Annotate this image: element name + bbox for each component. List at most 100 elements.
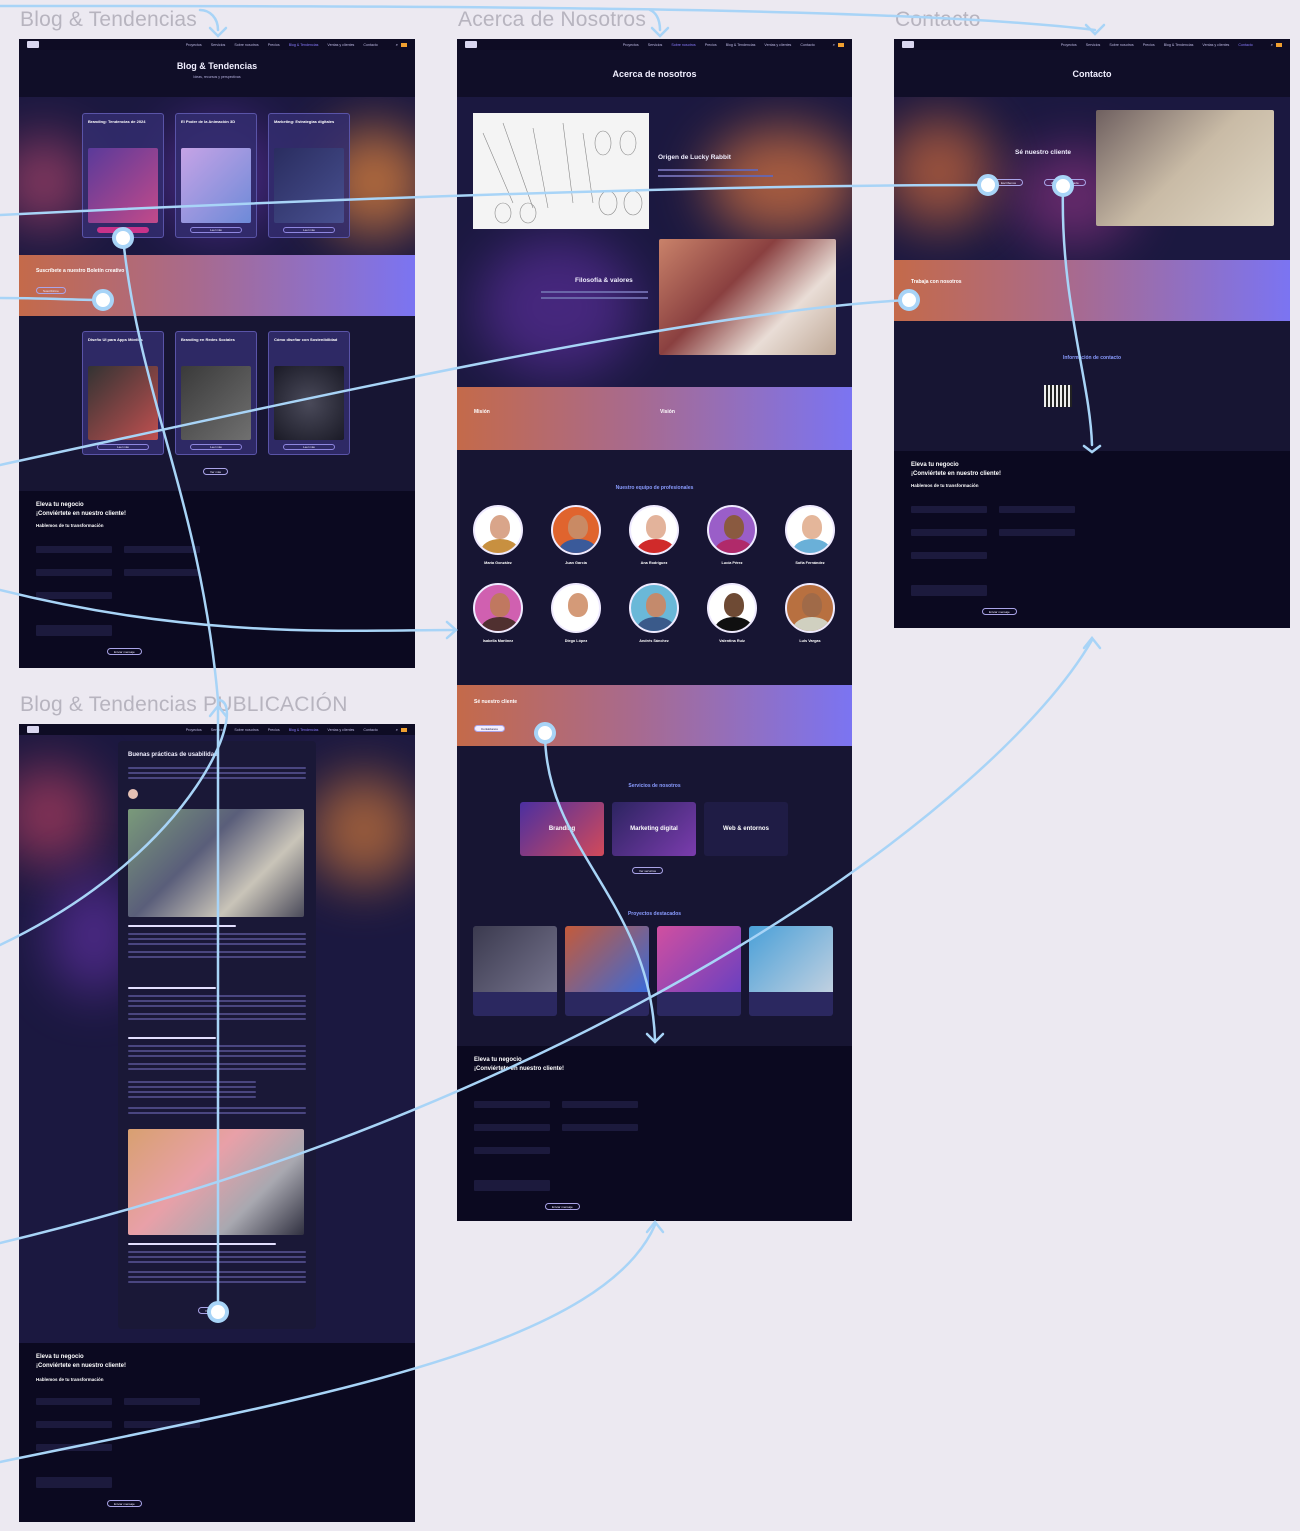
blog-card[interactable]: Cómo diseñar con Sostenibilidad Leer más bbox=[268, 331, 350, 455]
phone-field[interactable] bbox=[999, 529, 1075, 536]
nav-link[interactable]: Precios bbox=[268, 43, 280, 47]
blog-card[interactable]: Marketing: Estrategias digitales Leer má… bbox=[268, 113, 350, 238]
footer-title: Eleva tu negocio bbox=[36, 1354, 84, 1360]
nav-link[interactable]: Precios bbox=[705, 43, 717, 47]
project-card[interactable] bbox=[749, 926, 833, 1016]
search-icon[interactable]: ⌕ bbox=[833, 42, 835, 47]
flag-icon[interactable] bbox=[401, 727, 407, 732]
nav-link[interactable]: Proyectos bbox=[623, 43, 639, 47]
name-field[interactable] bbox=[474, 1101, 550, 1108]
service-card[interactable]: Web & entornos bbox=[704, 802, 788, 856]
blog-card[interactable]: Branding: Tendencias de 2024 Leer más bbox=[82, 113, 164, 238]
company-field[interactable] bbox=[999, 506, 1075, 513]
message-field[interactable] bbox=[911, 585, 987, 596]
blog-frame[interactable]: Proyectos Servicios Sobre nosotros Preci… bbox=[19, 39, 415, 668]
email-field[interactable] bbox=[911, 529, 987, 536]
search-icon[interactable]: ⌕ bbox=[396, 42, 398, 47]
phone-field[interactable] bbox=[124, 569, 200, 576]
name-field[interactable] bbox=[36, 546, 112, 553]
project-card[interactable] bbox=[473, 926, 557, 1016]
logo-icon[interactable] bbox=[465, 41, 477, 48]
nav-link[interactable]: Ventas y clientes bbox=[327, 728, 354, 732]
name-field[interactable] bbox=[36, 1398, 112, 1405]
back-button[interactable]: Volver bbox=[198, 1307, 221, 1314]
nav-link[interactable]: Ventas y clientes bbox=[764, 43, 791, 47]
company-field[interactable] bbox=[124, 546, 200, 553]
nav-link[interactable]: Ventas y clientes bbox=[1202, 43, 1229, 47]
read-more-button[interactable]: Leer más bbox=[190, 227, 242, 233]
contact-frame[interactable]: Proyectos Servicios Sobre nosotros Preci… bbox=[894, 39, 1290, 628]
nav-link-active[interactable]: Blog & Tendencias bbox=[289, 728, 319, 732]
read-more-button[interactable]: Leer más bbox=[283, 227, 335, 233]
email-field[interactable] bbox=[36, 569, 112, 576]
flag-icon[interactable] bbox=[1276, 42, 1282, 47]
send-button[interactable]: Enviar mensaje bbox=[107, 1500, 142, 1507]
nav-link[interactable]: Blog & Tendencias bbox=[1164, 43, 1194, 47]
client-button-1[interactable]: Escríbenos bbox=[994, 179, 1024, 186]
post-frame[interactable]: Proyectos Servicios Sobre nosotros Preci… bbox=[19, 724, 415, 1522]
phone-field[interactable] bbox=[562, 1124, 638, 1131]
services-button[interactable]: Ver servicios bbox=[632, 867, 664, 874]
service-card[interactable]: Marketing digital bbox=[612, 802, 696, 856]
nav-link[interactable]: Precios bbox=[268, 728, 280, 732]
email-field[interactable] bbox=[474, 1124, 550, 1131]
name-field[interactable] bbox=[911, 506, 987, 513]
message-field[interactable] bbox=[36, 625, 112, 636]
nav-link[interactable]: Sobre nosotros bbox=[1109, 43, 1133, 47]
nav-link[interactable]: Proyectos bbox=[186, 728, 202, 732]
nav-link-active[interactable]: Contacto bbox=[1238, 43, 1252, 47]
email-field[interactable] bbox=[36, 1421, 112, 1428]
more-button[interactable]: Ver más bbox=[203, 468, 229, 475]
service-card[interactable]: Branding bbox=[520, 802, 604, 856]
client-button-2[interactable]: Agenda una llamada bbox=[1044, 179, 1086, 186]
flag-icon[interactable] bbox=[401, 42, 407, 47]
flag-icon[interactable] bbox=[838, 42, 844, 47]
nav-link[interactable]: Servicios bbox=[1086, 43, 1101, 47]
read-more-button[interactable]: Leer más bbox=[283, 444, 335, 450]
nav-link[interactable]: Servicios bbox=[211, 43, 226, 47]
logo-icon[interactable] bbox=[902, 41, 914, 48]
nav-link[interactable]: Proyectos bbox=[1061, 43, 1077, 47]
logo-icon[interactable] bbox=[27, 726, 39, 733]
nav-link[interactable]: Contacto bbox=[363, 728, 377, 732]
read-more-button[interactable]: Leer más bbox=[97, 444, 149, 450]
phone-field[interactable] bbox=[124, 1421, 200, 1428]
nav-link[interactable]: Contacto bbox=[363, 43, 377, 47]
blog-card[interactable]: El Poder de la Animación 3D Leer más bbox=[175, 113, 257, 238]
project-card[interactable] bbox=[565, 926, 649, 1016]
message-field[interactable] bbox=[36, 1477, 112, 1488]
blog-card[interactable]: Branding en Redes Sociales Leer más bbox=[175, 331, 257, 455]
read-more-button[interactable]: Leer más bbox=[97, 227, 149, 233]
budget-field[interactable] bbox=[911, 552, 987, 559]
send-button[interactable]: Enviar mensaje bbox=[982, 608, 1017, 615]
frame-label-contact: Contacto bbox=[895, 8, 981, 31]
budget-field[interactable] bbox=[36, 592, 112, 599]
logo-icon[interactable] bbox=[27, 41, 39, 48]
send-button[interactable]: Enviar mensaje bbox=[107, 648, 142, 655]
nav-link[interactable]: Sobre nosotros bbox=[234, 728, 258, 732]
blog-card[interactable]: Diseño UI para Apps Móviles Leer más bbox=[82, 331, 164, 455]
nav-link[interactable]: Blog & Tendencias bbox=[726, 43, 756, 47]
project-card[interactable] bbox=[657, 926, 741, 1016]
read-more-button[interactable]: Leer más bbox=[190, 444, 242, 450]
nav-link[interactable]: Precios bbox=[1143, 43, 1155, 47]
nav-link[interactable]: Ventas y clientes bbox=[327, 43, 354, 47]
subscribe-button[interactable]: Suscribirme bbox=[36, 287, 66, 294]
nav-link[interactable]: Proyectos bbox=[186, 43, 202, 47]
company-field[interactable] bbox=[562, 1101, 638, 1108]
nav-link[interactable]: Servicios bbox=[648, 43, 663, 47]
nav-link[interactable]: Contacto bbox=[800, 43, 814, 47]
nav-link-active[interactable]: Blog & Tendencias bbox=[289, 43, 319, 47]
nav-link[interactable]: Sobre nosotros bbox=[234, 43, 258, 47]
about-frame[interactable]: Proyectos Servicios Sobre nosotros Preci… bbox=[457, 39, 852, 1221]
send-button[interactable]: Enviar mensaje bbox=[545, 1203, 580, 1210]
client-button[interactable]: Contáctanos bbox=[474, 725, 505, 732]
search-icon[interactable]: ⌕ bbox=[1271, 42, 1273, 47]
message-field[interactable] bbox=[474, 1180, 550, 1191]
company-field[interactable] bbox=[124, 1398, 200, 1405]
budget-field[interactable] bbox=[474, 1147, 550, 1154]
nav-link-active[interactable]: Sobre nosotros bbox=[671, 43, 695, 47]
budget-field[interactable] bbox=[36, 1444, 112, 1451]
search-icon[interactable]: ⌕ bbox=[396, 727, 398, 732]
nav-link[interactable]: Servicios bbox=[211, 728, 226, 732]
